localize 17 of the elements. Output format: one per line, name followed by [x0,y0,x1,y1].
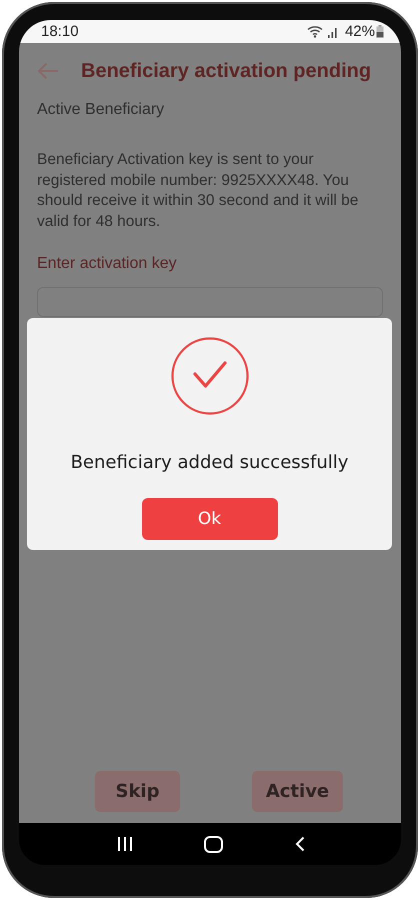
battery-icon [376,25,384,38]
ok-button[interactable]: Ok [142,498,278,540]
recent-apps-icon[interactable] [116,836,133,852]
field-label: Enter activation key [37,255,178,273]
section-title: Active Beneficiary [37,101,166,119]
status-time: 18:10 [41,23,79,40]
back-icon[interactable] [295,836,306,852]
skip-button[interactable]: Skip [95,771,180,812]
checkmark-circle-icon [170,337,248,415]
info-message: Beneficiary Activation key is sent to your registered mobile number: 9925XXXX48. You should receive it within 30 second and it will be valid for 48 hours. [37,150,360,232]
home-icon[interactable] [204,836,224,852]
battery-percent: 42% [344,23,375,40]
wifi-icon [306,25,324,38]
dialog-message: Beneficiary added successfully [70,452,348,473]
active-button[interactable]: Active [252,771,343,812]
screen-title: Beneficiary activation pending [81,60,372,82]
signal-icon [326,26,339,38]
